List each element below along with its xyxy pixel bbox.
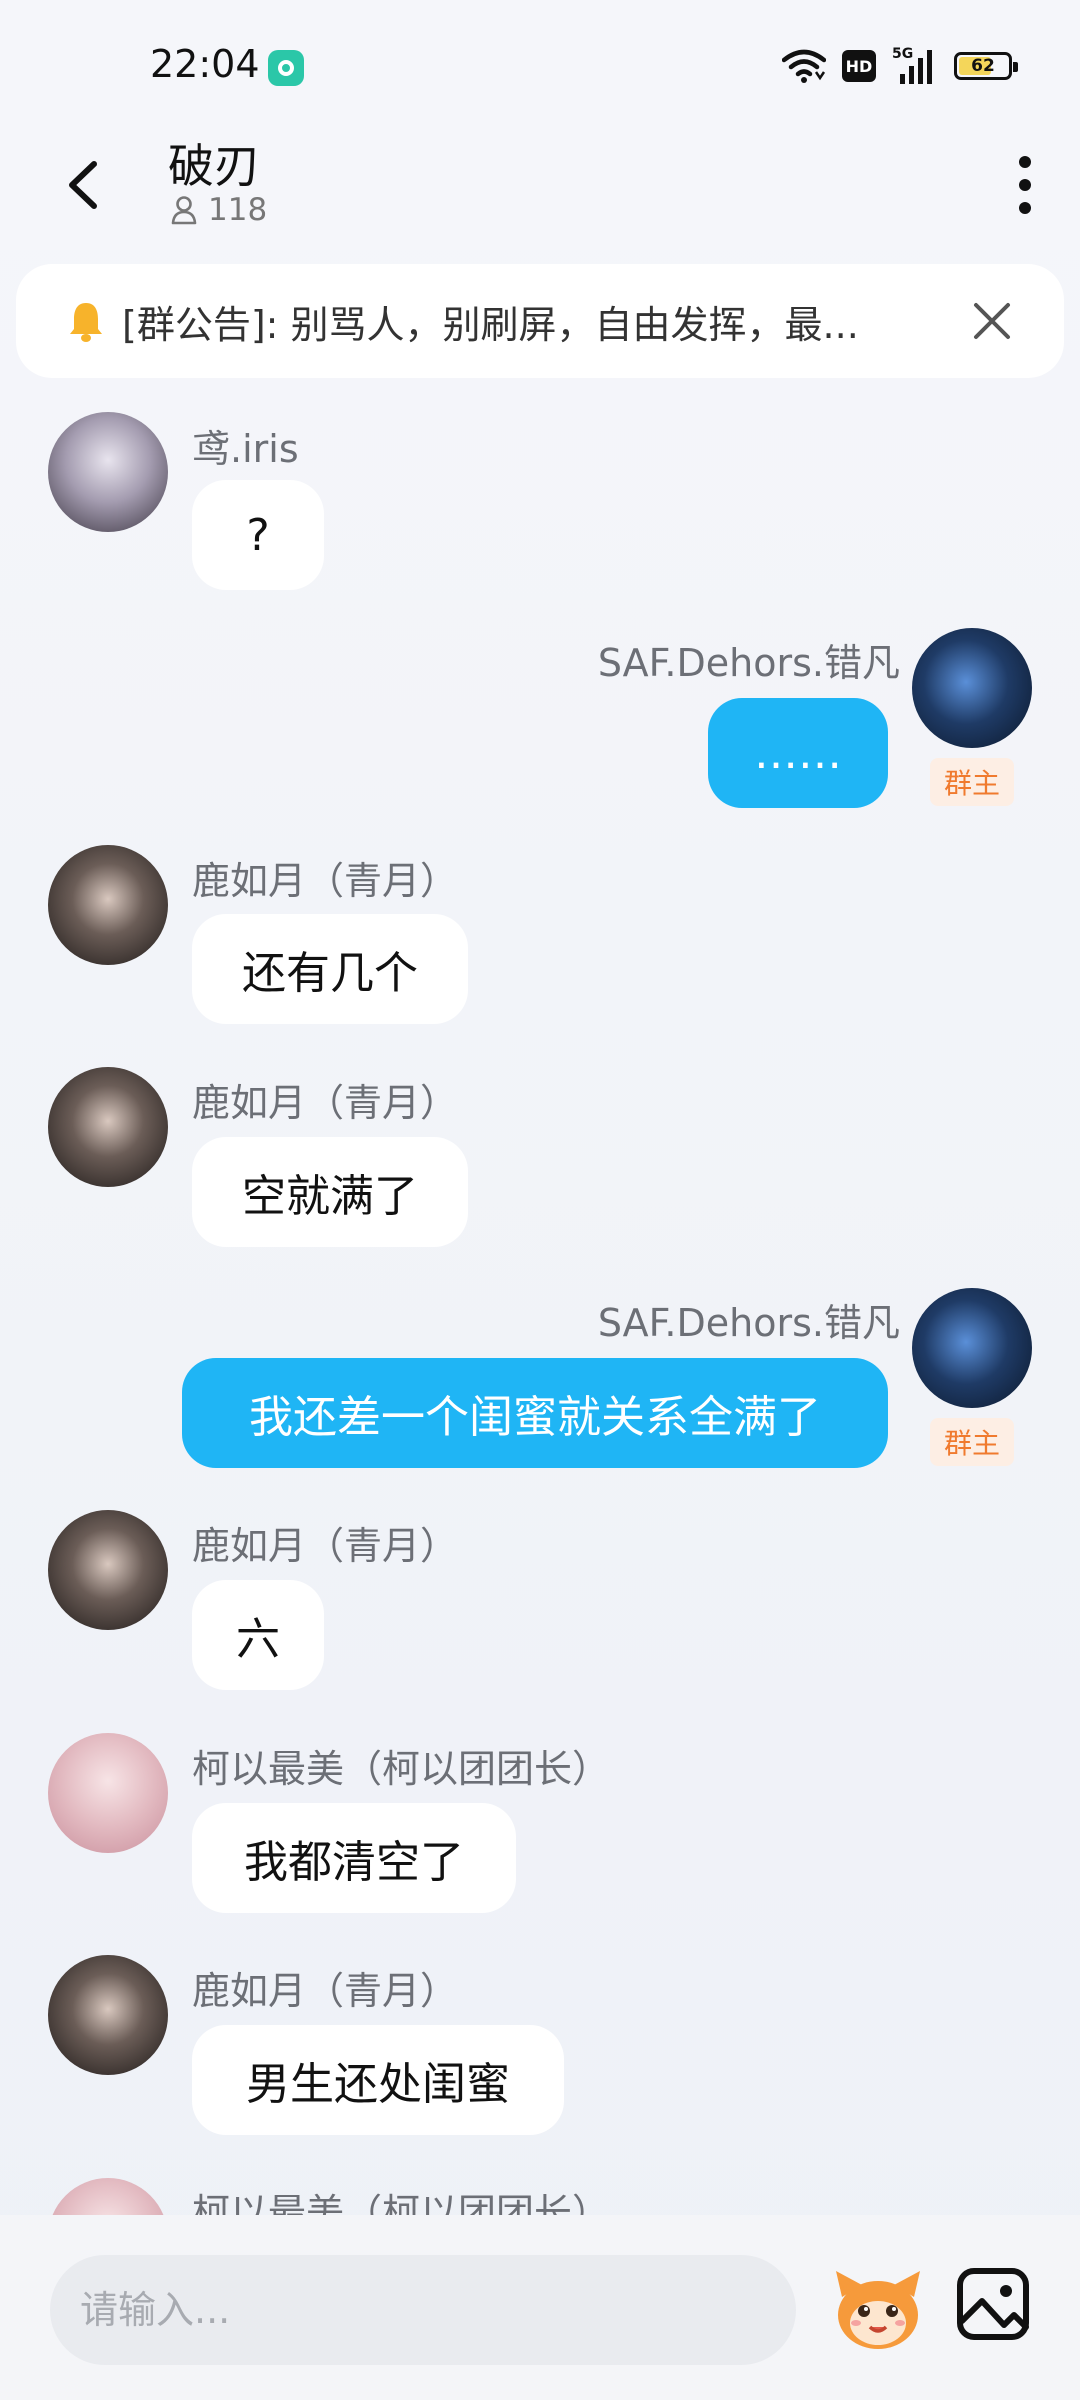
- avatar[interactable]: [48, 1067, 168, 1187]
- sender-name: SAF.Dehors.错凡: [597, 1301, 900, 1345]
- message-bubble[interactable]: 我还差一个闺蜜就关系全满了: [182, 1358, 888, 1468]
- message-bubble[interactable]: 六: [192, 1580, 324, 1690]
- cellular-signal-icon: 5G: [892, 46, 938, 86]
- chat-header: 破刃 118: [0, 120, 1080, 250]
- message-input[interactable]: [50, 2255, 796, 2365]
- status-time: 22:04: [150, 42, 260, 86]
- announcement-text: [群公告]: 别骂人，别刷屏，自由发挥，最...: [122, 302, 859, 347]
- avatar[interactable]: [48, 1955, 168, 2075]
- avatar[interactable]: [912, 1288, 1032, 1408]
- input-bar: [0, 2215, 1080, 2400]
- network-type-label: 5G: [892, 46, 914, 62]
- more-options-icon[interactable]: [1010, 150, 1040, 220]
- battery-icon: 62: [954, 52, 1018, 80]
- avatar[interactable]: [48, 1510, 168, 1630]
- wifi-icon: [782, 49, 826, 83]
- person-icon: [171, 196, 197, 225]
- hd-icon: HD: [842, 50, 876, 82]
- message-bubble[interactable]: 男生还处闺蜜: [192, 2025, 564, 2135]
- member-count-row[interactable]: 118: [170, 192, 267, 228]
- status-bar: 22:04 HD 5G 62: [0, 0, 1080, 130]
- avatar[interactable]: [912, 628, 1032, 748]
- sender-name: 鹿如月（青月）: [192, 1969, 459, 2013]
- message-bubble[interactable]: ?: [192, 480, 324, 590]
- back-arrow-icon[interactable]: [58, 150, 108, 220]
- emoji-mascot-icon[interactable]: [828, 2257, 928, 2357]
- bell-icon: [70, 303, 102, 342]
- notification-app-icon: [268, 50, 304, 86]
- message-bubble[interactable]: 空就满了: [192, 1137, 468, 1247]
- battery-level: 62: [971, 56, 995, 76]
- avatar[interactable]: [48, 845, 168, 965]
- member-count: 118: [208, 192, 268, 228]
- sender-name: 鹿如月（青月）: [192, 1081, 459, 1125]
- owner-badge: 群主: [930, 758, 1014, 806]
- status-indicators: HD 5G 62: [782, 46, 1018, 86]
- sender-name: SAF.Dehors.错凡: [597, 641, 900, 685]
- sender-name: 鸢.iris: [192, 427, 299, 471]
- image-icon[interactable]: [954, 2265, 1032, 2343]
- message-bubble[interactable]: ……: [708, 698, 888, 808]
- avatar[interactable]: [48, 1733, 168, 1853]
- group-announcement-banner[interactable]: [群公告]: 别骂人，别刷屏，自由发挥，最...: [16, 264, 1064, 378]
- owner-badge: 群主: [930, 1418, 1014, 1466]
- chat-screen: 22:04 HD 5G 62 破刃 118 [群公告]: 别骂人，别刷屏，自由发…: [0, 0, 1080, 2400]
- sender-name: 鹿如月（青月）: [192, 859, 459, 903]
- group-title: 破刃: [168, 139, 260, 193]
- avatar[interactable]: [48, 412, 168, 532]
- message-bubble[interactable]: 我都清空了: [192, 1803, 516, 1913]
- close-icon[interactable]: [970, 299, 1014, 343]
- sender-name: 鹿如月（青月）: [192, 1524, 459, 1568]
- message-bubble[interactable]: 还有几个: [192, 914, 468, 1024]
- sender-name: 柯以最美（柯以团团长）: [192, 1747, 611, 1791]
